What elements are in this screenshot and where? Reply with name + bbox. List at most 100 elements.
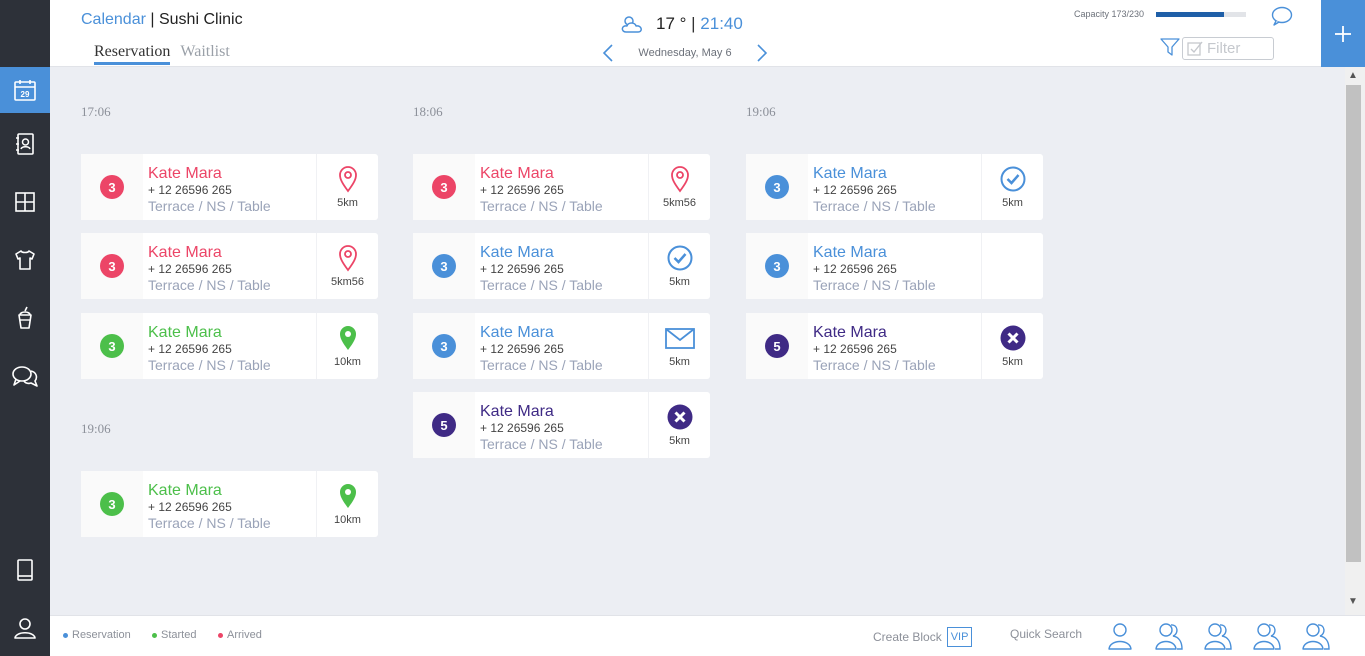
reservation-card[interactable]: 3 Kate Mara + 12 26596 265 Terrace / NS / T… — [413, 233, 710, 299]
party-size-area: 3 — [413, 233, 475, 299]
table-location: Terrace / NS / Table — [813, 277, 936, 293]
status-area[interactable] — [982, 233, 1043, 299]
capacity-indicator: Capacity 173/230 — [1074, 9, 1247, 19]
app-title: Calendar | Sushi Clinic — [81, 11, 243, 29]
time-slot-label: 19:06 — [81, 421, 111, 436]
reservation-card[interactable]: 3 Kate Mara + 12 26596 265 Terrace / NS / T… — [413, 313, 710, 379]
sidebar: 29 — [0, 0, 50, 656]
party-size-badge: 3 — [100, 175, 124, 199]
filter-input[interactable]: Filter — [1182, 37, 1274, 60]
calendar-link[interactable]: Calendar — [81, 11, 146, 28]
add-reservation-button[interactable] — [1321, 0, 1365, 67]
reservation-card[interactable]: 3 Kate Mara + 12 26596 265 Terrace / NS / T… — [81, 233, 378, 299]
status-area[interactable]: 5km56 — [649, 154, 710, 220]
sidebar-item-tablet[interactable] — [0, 547, 50, 593]
filter-funnel-icon[interactable] — [1160, 37, 1180, 57]
distance-label: 5km — [669, 356, 690, 368]
reservation-card[interactable]: 3 Kate Mara + 12 26596 265 Terrace / NS / T… — [746, 233, 1043, 299]
two-people-icon[interactable] — [1154, 622, 1184, 650]
distance-label: 5km — [669, 435, 690, 447]
weather-time: 17 ° | 21:40 — [620, 14, 743, 34]
status-area[interactable]: 5km — [649, 392, 710, 458]
time-slot-label: 18:06 — [413, 104, 443, 119]
reservation-card[interactable]: 3 Kate Mara + 12 26596 265 Terrace / NS / T… — [81, 154, 378, 220]
location-pin-filled-icon — [334, 482, 362, 510]
tablet-icon — [17, 559, 33, 581]
legend-label: Reservation — [72, 629, 131, 641]
status-area[interactable]: 5km — [317, 154, 378, 220]
table-location: Terrace / NS / Table — [480, 357, 603, 373]
legend-reservation: Reservation — [63, 629, 131, 641]
table-location: Terrace / NS / Table — [813, 198, 936, 214]
guest-info: Kate Mara + 12 26596 265 Terrace / NS / Ta… — [143, 154, 317, 220]
guest-info: Kate Mara + 12 26596 265 Terrace / NS / Ta… — [808, 154, 982, 220]
sidebar-item-drinks[interactable] — [0, 295, 50, 341]
create-block-button[interactable]: Create Block VIP — [873, 627, 973, 647]
tab-waitlist[interactable]: Waitlist — [180, 43, 229, 61]
distance-label: 5km — [669, 276, 690, 288]
scroll-up-arrow-icon[interactable]: ▲ — [1348, 70, 1358, 81]
party-size-badge: 3 — [100, 254, 124, 278]
guest-info: Kate Mara + 12 26596 265 Terrace / NS / Ta… — [475, 233, 649, 299]
guest-info: Kate Mara + 12 26596 265 Terrace / NS / Ta… — [143, 471, 317, 537]
distance-label: 5km56 — [662, 197, 697, 209]
status-area[interactable]: 10km — [317, 471, 378, 537]
contacts-icon — [16, 133, 34, 155]
chevron-left-icon[interactable] — [602, 44, 614, 62]
sidebar-item-calendar[interactable]: 29 — [0, 67, 50, 113]
guest-info: Kate Mara + 12 26596 265 Terrace / NS / Ta… — [808, 313, 982, 379]
reservation-card[interactable]: 3 Kate Mara + 12 26596 265 Terrace / NS / T… — [81, 471, 378, 537]
status-area[interactable]: 10km — [317, 313, 378, 379]
two-people-icon[interactable] — [1203, 622, 1233, 650]
guest-phone: + 12 26596 265 — [813, 342, 897, 356]
scroll-down-arrow-icon[interactable]: ▼ — [1348, 596, 1358, 607]
chevron-right-icon[interactable] — [756, 44, 768, 62]
status-area[interactable]: 5km — [649, 313, 710, 379]
distance-label: 5km — [337, 197, 358, 209]
guest-name: Kate Mara — [148, 165, 222, 182]
reservation-card[interactable]: 5 Kate Mara + 12 26596 265 Terrace / NS / T… — [413, 392, 710, 458]
sidebar-item-staff[interactable] — [0, 237, 50, 283]
party-size-area: 3 — [413, 313, 475, 379]
single-person-icon[interactable] — [1105, 622, 1135, 650]
status-area[interactable]: 5km — [982, 154, 1043, 220]
party-size-badge: 5 — [432, 413, 456, 437]
guest-phone: + 12 26596 265 — [480, 342, 564, 356]
status-area[interactable]: 5km — [982, 313, 1043, 379]
party-size-area: 5 — [413, 392, 475, 458]
party-size-badge: 3 — [100, 334, 124, 358]
tab-reservation[interactable]: Reservation — [94, 43, 171, 65]
guest-name: Kate Mara — [813, 244, 887, 261]
sidebar-item-chat[interactable] — [0, 353, 50, 399]
guest-phone: + 12 26596 265 — [148, 183, 232, 197]
vip-button[interactable]: VIP — [946, 627, 973, 647]
party-size-area: 5 — [746, 313, 808, 379]
guest-phone: + 12 26596 265 — [148, 500, 232, 514]
scrollbar-thumb[interactable] — [1346, 85, 1361, 562]
distance-label: 10km — [334, 514, 361, 526]
chat-icon[interactable] — [1271, 6, 1293, 26]
party-size-area: 3 — [81, 471, 143, 537]
check-circle-icon — [666, 244, 694, 272]
guest-name: Kate Mara — [813, 324, 887, 341]
legend-dot — [218, 632, 223, 638]
two-people-icon[interactable] — [1252, 622, 1282, 650]
two-people-icon[interactable] — [1301, 622, 1331, 650]
status-area[interactable]: 5km — [649, 233, 710, 299]
sidebar-item-contacts[interactable] — [0, 121, 50, 167]
legend-arrived: Arrived — [218, 629, 262, 641]
party-size-badge: 3 — [765, 175, 789, 199]
checkbox-icon — [1187, 41, 1203, 56]
guest-phone: + 12 26596 265 — [480, 262, 564, 276]
sidebar-item-profile[interactable] — [0, 605, 50, 651]
guest-phone: + 12 26596 265 — [813, 183, 897, 197]
reservation-card[interactable]: 3 Kate Mara + 12 26596 265 Terrace / NS / T… — [746, 154, 1043, 220]
reservation-card[interactable]: 3 Kate Mara + 12 26596 265 Terrace / NS / T… — [413, 154, 710, 220]
table-location: Terrace / NS / Table — [148, 357, 271, 373]
table-location: Terrace / NS / Table — [148, 277, 271, 293]
sidebar-item-tables[interactable] — [0, 179, 50, 225]
status-area[interactable]: 5km56 — [317, 233, 378, 299]
reservation-card[interactable]: 3 Kate Mara + 12 26596 265 Terrace / NS / T… — [81, 313, 378, 379]
check-circle-icon — [999, 165, 1027, 193]
reservation-card[interactable]: 5 Kate Mara + 12 26596 265 Terrace / NS / T… — [746, 313, 1043, 379]
